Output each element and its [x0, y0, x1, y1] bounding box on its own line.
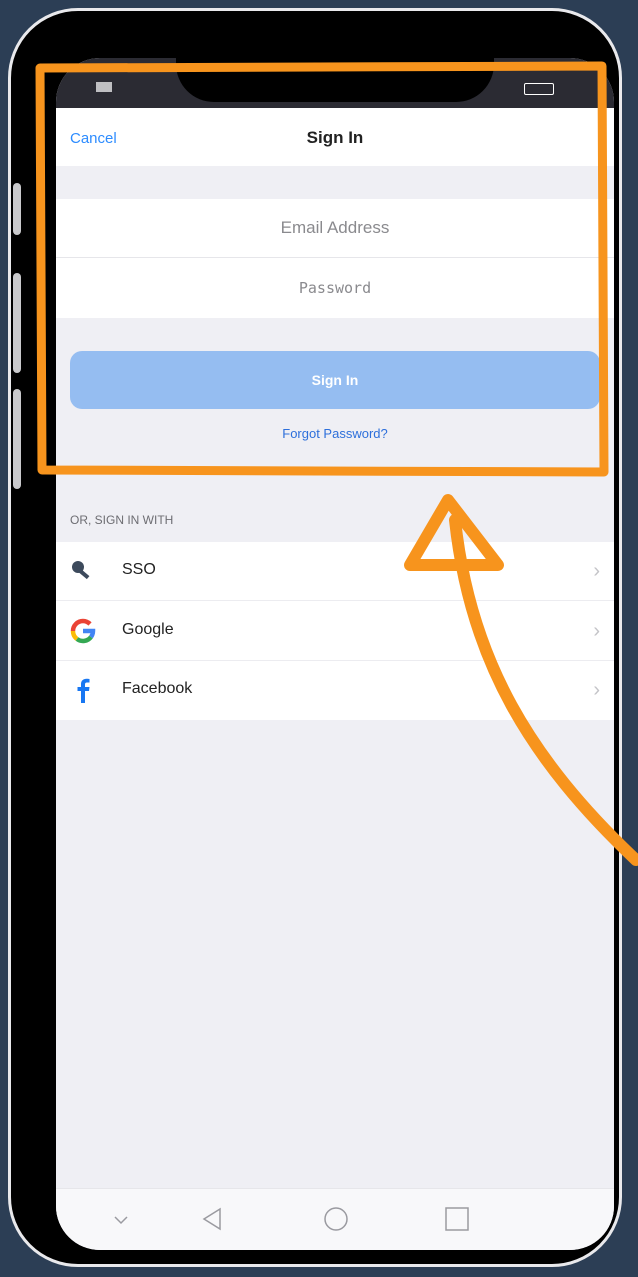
recents-icon[interactable] [444, 1205, 470, 1233]
status-bar [56, 58, 614, 108]
chevron-right-icon: › [593, 560, 600, 582]
page-title: Sign In [306, 128, 364, 147]
sign-in-button[interactable]: Sign In [70, 351, 600, 409]
facebook-icon [77, 678, 90, 703]
key-icon [72, 561, 90, 580]
chevron-down-icon[interactable] [112, 1205, 130, 1233]
back-icon[interactable] [200, 1205, 224, 1233]
list-item-sso[interactable]: SSO › [56, 542, 614, 601]
alt-signin-list: SSO › Google › Facebook › [56, 542, 614, 720]
chevron-right-icon: › [593, 679, 600, 701]
nav-bar: Cancel Sign In [56, 108, 614, 166]
option-label: Google [122, 621, 174, 638]
alt-signin-label: OR, SIGN IN WITH [70, 513, 174, 527]
option-label: Facebook [122, 680, 193, 697]
credentials-form: Email Address Password [56, 199, 614, 318]
home-icon[interactable] [322, 1205, 350, 1233]
chevron-right-icon: › [593, 620, 600, 642]
android-nav-bar [56, 1188, 614, 1250]
signal-icon [96, 82, 112, 92]
battery-icon [524, 83, 554, 95]
option-label: SSO [122, 561, 156, 578]
notch [176, 58, 494, 102]
password-field[interactable]: Password [56, 259, 614, 317]
phone-frame: Cancel Sign In Email Address Password Si… [8, 8, 622, 1267]
volume-up-button [13, 273, 21, 373]
side-button [13, 183, 21, 235]
email-field[interactable]: Email Address [56, 199, 614, 258]
forgot-password-link[interactable]: Forgot Password? [56, 426, 614, 441]
divider [56, 600, 614, 601]
app-screen: Cancel Sign In Email Address Password Si… [56, 58, 614, 1250]
list-item-facebook[interactable]: Facebook › [56, 661, 614, 720]
list-item-google[interactable]: Google › [56, 602, 614, 661]
volume-down-button [13, 389, 21, 489]
google-icon [70, 618, 96, 644]
